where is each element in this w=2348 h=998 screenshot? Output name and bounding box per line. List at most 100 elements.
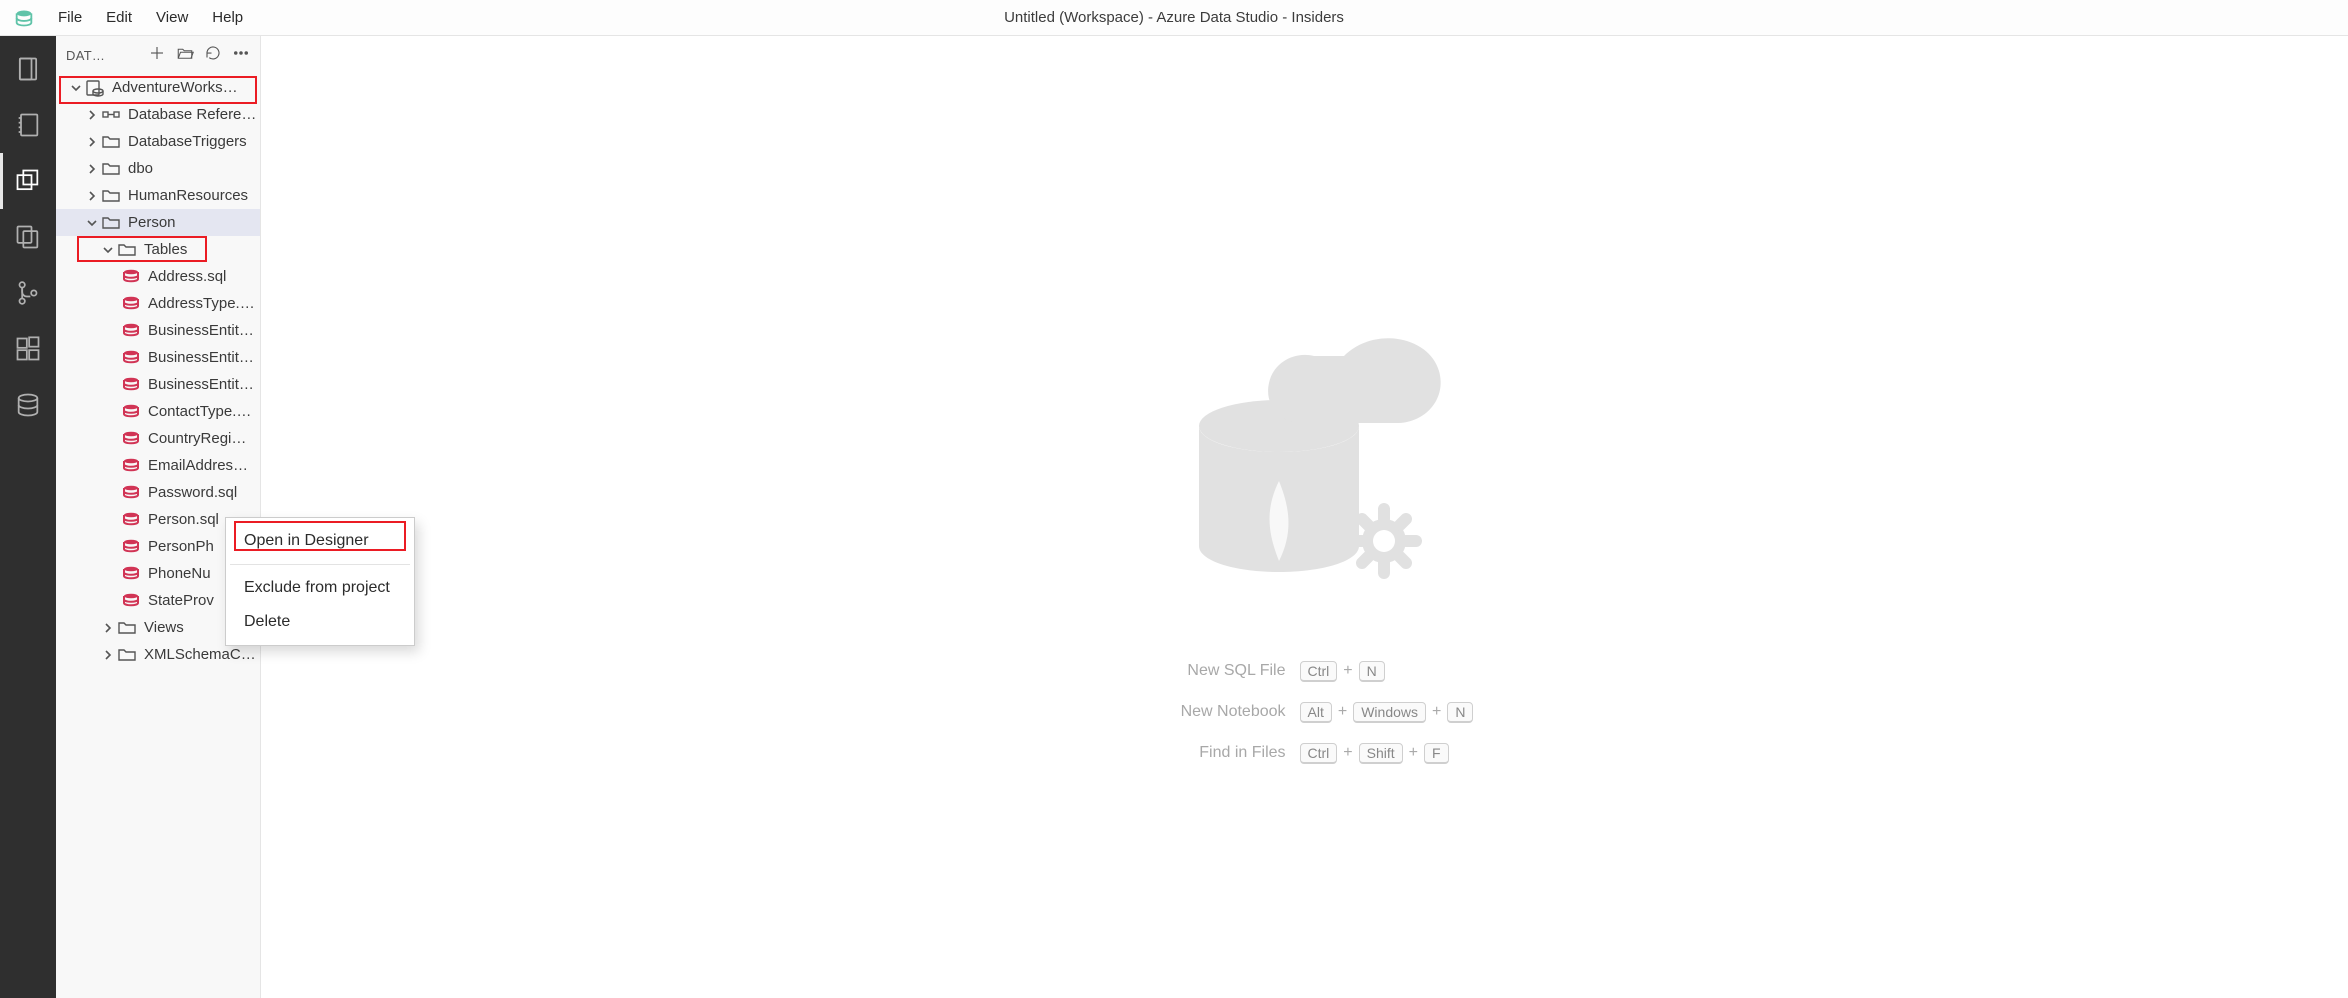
- activity-notebooks[interactable]: [0, 97, 56, 153]
- tree-item-person[interactable]: Person: [56, 209, 260, 236]
- shortcut-row: Find in FilesCtrl+Shift+F: [1136, 743, 1474, 764]
- tree-item-db-references[interactable]: Database Refere…: [56, 101, 260, 128]
- menu-file[interactable]: File: [48, 3, 92, 32]
- tree-project-root[interactable]: AdventureWorks…: [56, 74, 260, 101]
- chevron-right-icon[interactable]: [84, 107, 100, 123]
- project-icon: [86, 79, 104, 97]
- keyboard-key: Alt: [1300, 702, 1332, 723]
- shortcut-label: Find in Files: [1136, 744, 1286, 762]
- plus-separator: +: [1409, 744, 1418, 762]
- chevron-down-icon[interactable]: [100, 242, 116, 258]
- open-folder-icon[interactable]: [176, 44, 194, 67]
- table-file-icon: [122, 268, 140, 286]
- ctx-exclude[interactable]: Exclude from project: [226, 571, 414, 605]
- chevron-right-icon[interactable]: [84, 134, 100, 150]
- menu-edit[interactable]: Edit: [96, 3, 142, 32]
- watermark: New SQL FileCtrl+NNew NotebookAlt+Window…: [1136, 311, 1474, 764]
- keyboard-key: Windows: [1353, 702, 1426, 723]
- tree-label: CountryRegi…: [148, 430, 246, 447]
- table-file-icon: [122, 322, 140, 340]
- table-file-icon: [122, 349, 140, 367]
- app-icon: [0, 7, 48, 29]
- activity-source-control[interactable]: [0, 265, 56, 321]
- panel-header: DAT…: [56, 36, 260, 74]
- plus-separator: +: [1432, 703, 1441, 721]
- tree-label: PersonPh: [148, 538, 214, 555]
- tree-label: BusinessEntit…: [148, 349, 254, 366]
- tree-item-dbo[interactable]: dbo: [56, 155, 260, 182]
- shortcut-keys: Alt+Windows+N: [1300, 702, 1474, 723]
- tree-label: AdventureWorks…: [112, 79, 238, 96]
- chevron-down-icon[interactable]: [84, 215, 100, 231]
- tree-item-db-triggers[interactable]: DatabaseTriggers: [56, 128, 260, 155]
- plus-separator: +: [1343, 744, 1352, 762]
- folder-icon: [102, 214, 120, 232]
- tree-label: ContactType.…: [148, 403, 251, 420]
- tree-table-file[interactable]: AddressType.…: [56, 290, 260, 317]
- shortcut-row: New SQL FileCtrl+N: [1136, 661, 1474, 682]
- keyboard-key: Ctrl: [1300, 661, 1338, 682]
- tree-item-tables[interactable]: Tables: [56, 236, 260, 263]
- plus-separator: +: [1343, 662, 1352, 680]
- window-title: Untitled (Workspace) - Azure Data Studio…: [1004, 9, 1344, 26]
- shortcut-row: New NotebookAlt+Windows+N: [1136, 702, 1474, 723]
- tree-label: Tables: [144, 241, 187, 258]
- tree-label: Password.sql: [148, 484, 237, 501]
- watermark-logo-icon: [1144, 311, 1464, 631]
- tree-item-humanresources[interactable]: HumanResources: [56, 182, 260, 209]
- tree-label: AddressType.…: [148, 295, 255, 312]
- tree-label: Views: [144, 619, 184, 636]
- tree-table-file[interactable]: BusinessEntit…: [56, 371, 260, 398]
- tree-table-file[interactable]: Address.sql: [56, 263, 260, 290]
- refresh-icon[interactable]: [204, 44, 222, 67]
- add-icon[interactable]: [148, 44, 166, 67]
- table-file-icon: [122, 403, 140, 421]
- tree-label: XMLSchemaC…: [144, 646, 256, 663]
- folder-icon: [102, 187, 120, 205]
- keyboard-key: N: [1359, 661, 1385, 682]
- table-file-icon: [122, 376, 140, 394]
- keyboard-key: Ctrl: [1300, 743, 1338, 764]
- activity-data[interactable]: [0, 377, 56, 433]
- tree-table-file[interactable]: ContactType.…: [56, 398, 260, 425]
- tree-label: Person: [128, 214, 176, 231]
- tree-table-file[interactable]: CountryRegi…: [56, 425, 260, 452]
- chevron-right-icon[interactable]: [84, 161, 100, 177]
- chevron-down-icon[interactable]: [68, 80, 84, 96]
- tree-table-file[interactable]: BusinessEntit…: [56, 344, 260, 371]
- tree-label: BusinessEntit…: [148, 322, 254, 339]
- tree-table-file[interactable]: BusinessEntit…: [56, 317, 260, 344]
- folder-icon: [118, 619, 136, 637]
- tree-label: EmailAddres…: [148, 457, 248, 474]
- more-icon[interactable]: [232, 44, 250, 67]
- ctx-separator: [230, 564, 410, 565]
- tree-label: HumanResources: [128, 187, 248, 204]
- activity-database-projects[interactable]: [0, 153, 56, 209]
- tree-table-file[interactable]: EmailAddres…: [56, 452, 260, 479]
- table-file-icon: [122, 295, 140, 313]
- keyboard-key: Shift: [1359, 743, 1403, 764]
- chevron-right-icon[interactable]: [100, 647, 116, 663]
- tree-table-file[interactable]: Password.sql: [56, 479, 260, 506]
- menubar: File Edit View Help: [48, 3, 253, 32]
- ctx-delete[interactable]: Delete: [226, 605, 414, 639]
- activity-extensions[interactable]: [0, 321, 56, 377]
- chevron-right-icon[interactable]: [100, 620, 116, 636]
- plus-separator: +: [1338, 703, 1347, 721]
- activity-explorer[interactable]: [0, 209, 56, 265]
- folder-icon: [118, 241, 136, 259]
- menu-help[interactable]: Help: [202, 3, 253, 32]
- folder-icon: [102, 133, 120, 151]
- menu-view[interactable]: View: [146, 3, 198, 32]
- table-file-icon: [122, 538, 140, 556]
- tree-label: PhoneNu: [148, 565, 211, 582]
- table-file-icon: [122, 565, 140, 583]
- context-menu: Open in Designer Exclude from project De…: [225, 517, 415, 646]
- shortcut-keys: Ctrl + N: [1300, 661, 1385, 682]
- activity-connections[interactable]: [0, 41, 56, 97]
- shortcut-label: New Notebook: [1136, 703, 1286, 721]
- table-file-icon: [122, 457, 140, 475]
- chevron-right-icon[interactable]: [84, 188, 100, 204]
- ctx-open-designer[interactable]: Open in Designer: [226, 524, 414, 558]
- editor-area: New SQL FileCtrl+NNew NotebookAlt+Window…: [261, 36, 2348, 998]
